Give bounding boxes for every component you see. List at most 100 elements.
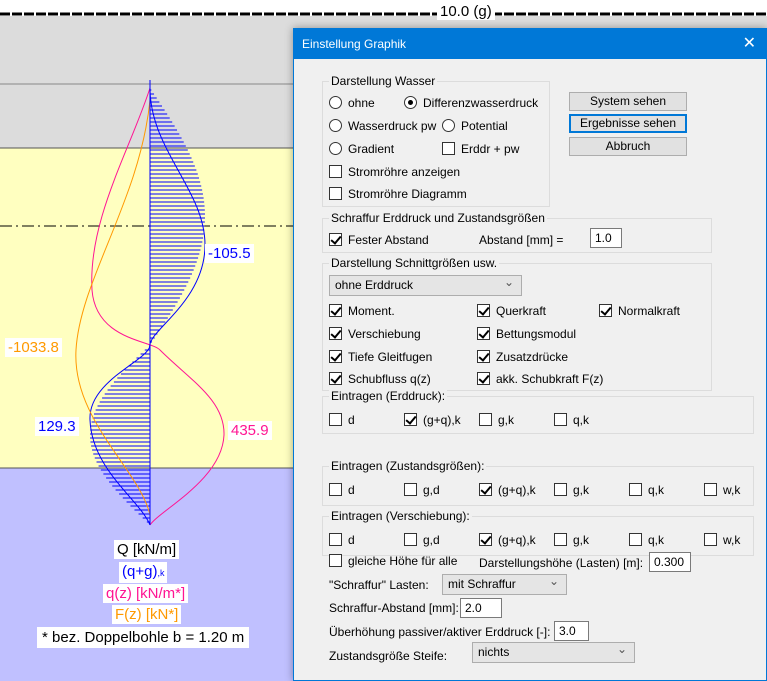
checkbox-zustand-2[interactable]	[479, 483, 492, 496]
hoehe-input[interactable]: 0.300	[649, 552, 691, 572]
label: g,k	[498, 413, 515, 427]
value-q-bottom: 129.3	[35, 417, 79, 436]
group-zustand: Eintragen (Zustandsgrößen):	[322, 459, 754, 506]
checkbox-erddruck-2[interactable]	[479, 413, 492, 426]
schraffur-select[interactable]: mit Schraffur	[442, 572, 567, 595]
group-title: Eintragen (Erddruck):	[329, 389, 448, 403]
checkbox-verschiebung-2[interactable]	[479, 533, 492, 546]
label: d	[348, 413, 355, 427]
checkbox-erddr[interactable]	[442, 142, 455, 155]
label: q,k	[648, 533, 665, 547]
system-button[interactable]: System sehen	[569, 92, 687, 111]
label: "Schraffur" Lasten:	[329, 578, 429, 592]
close-icon[interactable]: ✕	[743, 29, 756, 59]
label: g,k	[573, 533, 590, 547]
label: Bettungsmodul	[496, 327, 577, 341]
checkbox-zustand-1[interactable]	[404, 483, 417, 496]
checkbox-verschiebung-3[interactable]	[554, 533, 567, 546]
checkbox-tiefe[interactable]	[329, 350, 342, 363]
checkbox-zusatz[interactable]	[477, 350, 490, 363]
cancel-button[interactable]: Abbruch	[569, 137, 687, 156]
checkbox-zustand-5[interactable]	[704, 483, 717, 496]
radio-wasserdruck[interactable]	[329, 119, 342, 132]
checkbox-verschiebung-0[interactable]	[329, 533, 342, 546]
settings-dialog: Einstellung Graphik ✕ System sehen Ergebn…	[293, 28, 767, 681]
label: q,k	[648, 483, 665, 497]
checkbox-zustand-4[interactable]	[629, 483, 642, 496]
value-fz: -1033.8	[5, 338, 62, 357]
label: Querkraft	[496, 304, 547, 318]
checkbox-schubfluss[interactable]	[329, 372, 342, 385]
label: Zusatzdrücke	[496, 350, 569, 364]
radio-ohne[interactable]	[329, 96, 342, 109]
label: Stromröhre anzeigen	[348, 165, 461, 179]
legend-note: * bez. Doppelbohle b = 1.20 m	[37, 627, 250, 648]
label: g,d	[423, 483, 440, 497]
checkbox-erddruck-3[interactable]	[554, 413, 567, 426]
group-verschiebung: Eintragen (Verschiebung):	[322, 509, 754, 556]
label: w,k	[723, 533, 741, 547]
checkbox-normalkraft[interactable]	[599, 304, 612, 317]
value-qz: 435.9	[228, 421, 272, 440]
label: Wasserdruck pw	[348, 119, 437, 133]
checkbox-moment[interactable]	[329, 304, 342, 317]
label: w,k	[723, 483, 741, 497]
label: Abstand [mm] =	[479, 233, 564, 247]
label: gleiche Höhe für alle	[348, 554, 458, 568]
checkbox-querkraft[interactable]	[477, 304, 490, 317]
label: Fester Abstand	[348, 233, 429, 247]
checkbox-verschiebung-5[interactable]	[704, 533, 717, 546]
abstand-input[interactable]: 1.0	[590, 228, 622, 248]
label: akk. Schubkraft F(z)	[496, 372, 604, 386]
dialog-title: Einstellung Graphik	[302, 37, 407, 51]
radio-potential[interactable]	[442, 119, 455, 132]
label: Darstellungshöhe (Lasten) [m]:	[479, 556, 644, 570]
checkbox-zustand-0[interactable]	[329, 483, 342, 496]
group-title: Eintragen (Zustandsgrößen):	[329, 459, 487, 473]
label: Tiefe Gleitfugen	[348, 350, 433, 364]
label: Schubfluss q(z)	[348, 372, 431, 386]
top-label: 10.0 (g)	[437, 4, 495, 20]
checkbox-verschiebung-1[interactable]	[404, 533, 417, 546]
dialog-titlebar[interactable]: Einstellung Graphik ✕	[294, 29, 766, 59]
label: Normalkraft	[618, 304, 681, 318]
label: (g+q),k	[498, 483, 536, 497]
steife-select[interactable]: nichts	[472, 640, 635, 663]
checkbox-verschiebung[interactable]	[329, 327, 342, 340]
group-title: Darstellung Wasser	[329, 74, 438, 88]
ueberhoehung-input[interactable]: 3.0	[554, 621, 589, 641]
checkbox-bettung[interactable]	[477, 327, 490, 340]
legend-qg-sub: ,k	[157, 568, 165, 578]
label: d	[348, 533, 355, 547]
label: g,k	[573, 483, 590, 497]
results-button[interactable]: Ergebnisse sehen	[569, 114, 687, 133]
checkbox-strom-anz[interactable]	[329, 165, 342, 178]
label: Erddr + pw	[461, 142, 520, 156]
radio-differenz[interactable]	[404, 96, 417, 109]
checkbox-gleich[interactable]	[329, 554, 342, 567]
label: Differenzwasserdruck	[423, 96, 539, 110]
schnitt-select[interactable]: ohne Erddruck	[329, 273, 522, 296]
value-q-top: -105.5	[205, 244, 254, 263]
group-title: Eintragen (Verschiebung):	[329, 509, 472, 523]
label: ohne	[348, 96, 375, 110]
checkbox-strom-diag[interactable]	[329, 187, 342, 200]
label: (g+q),k	[498, 533, 536, 547]
legend-qg: (q+g),k	[119, 562, 168, 583]
label: g,d	[423, 533, 440, 547]
schraffur-abstand-input[interactable]: 2.0	[460, 598, 502, 618]
checkbox-zustand-3[interactable]	[554, 483, 567, 496]
label: Moment.	[348, 304, 395, 318]
checkbox-fester-abstand[interactable]	[329, 233, 342, 246]
label: Verschiebung	[348, 327, 421, 341]
radio-gradient[interactable]	[329, 142, 342, 155]
checkbox-schubkraft[interactable]	[477, 372, 490, 385]
checkbox-verschiebung-4[interactable]	[629, 533, 642, 546]
legend-qz: q(z) [kN/m*]	[103, 584, 189, 603]
legend-fz: F(z) [kN*]	[112, 605, 182, 624]
label: (g+q),k	[423, 413, 461, 427]
checkbox-erddruck-0[interactable]	[329, 413, 342, 426]
group-title: Darstellung Schnittgrößen usw.	[329, 256, 500, 270]
checkbox-erddruck-1[interactable]	[404, 413, 417, 426]
label: d	[348, 483, 355, 497]
